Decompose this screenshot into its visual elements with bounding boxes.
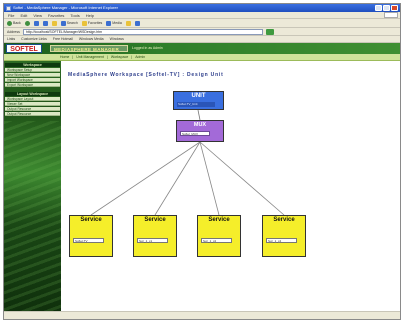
service-value: Svc_1_c2 [201,238,232,243]
menu-bar: File Edit View Favorites Tools Help [4,12,400,19]
standard-toolbar: Back Search Favorites Media [4,19,400,28]
link-item[interactable]: Windows [110,37,124,41]
mux-service-connector [154,141,201,216]
service-node[interactable]: Service Svc_1_c1 [133,215,177,257]
forward-arrow-icon [24,20,30,26]
close-button[interactable] [391,5,398,11]
links-bar: Links Customize Links Free Hotmail Windo… [4,36,400,43]
maximize-button[interactable] [383,5,390,11]
refresh-button[interactable] [42,20,48,26]
back-arrow-icon [7,20,12,26]
address-bar: Address http://localhost/SOFTEL/Manager/… [4,28,400,36]
mux-value: Softel_MUX [180,131,210,136]
media-button[interactable]: Media [106,20,122,26]
unit-mux-connector [197,109,201,121]
menu-favorites[interactable]: Favorites [48,13,64,18]
search-button[interactable]: Search [60,20,78,26]
home-icon [51,20,57,26]
links-label: Links [7,37,16,41]
menu-edit[interactable]: Edit [20,13,27,18]
minimize-button[interactable] [375,5,382,11]
mail-button[interactable] [125,20,131,26]
service-value: Softel-TV [73,238,104,243]
menu-help[interactable]: Help [86,13,94,18]
home-button[interactable] [51,20,57,26]
service-node[interactable]: Service Svc_1_c2 [197,215,241,257]
unit-node[interactable]: UNIT Softel-TV_Unit [173,91,224,110]
mux-node[interactable]: MUX Softel_MUX [176,120,224,142]
window-controls [375,5,398,11]
refresh-icon [42,20,48,26]
service-label: Service [80,217,102,223]
link-item[interactable]: Windows Media [79,37,104,41]
service-label: Service [208,217,230,223]
mux-service-connector [199,141,220,216]
mux-service-connector [90,141,201,216]
back-button[interactable]: Back [7,20,21,26]
stop-icon [33,20,39,26]
service-value: Svc_1_c4 [266,238,297,243]
address-label: Address [7,29,20,34]
unit-value: Softel-TV_Unit [177,102,215,107]
stop-button[interactable] [33,20,39,26]
web-page: SOFTEL MEDIASPHERE MANAGER Logged in as … [4,43,400,311]
connector-lines [90,109,285,216]
menu-tools[interactable]: Tools [70,13,79,18]
star-icon [81,20,87,26]
print-icon [134,20,140,26]
unit-label: UNIT [191,93,206,99]
link-item[interactable]: Customize Links [21,37,47,41]
search-icon [60,20,66,26]
browser-window: Softel - MediaSphere Manager - Microsoft… [3,3,401,320]
service-label: Service [144,217,166,223]
menu-view[interactable]: View [33,13,42,18]
service-node[interactable]: Service Softel-TV [69,215,113,257]
go-button[interactable] [265,28,274,35]
address-input[interactable]: http://localhost/SOFTEL/Manager/WSDesign… [22,28,263,35]
mux-label: MUX [193,122,207,128]
menu-file[interactable]: File [8,13,14,18]
window-title: Softel - MediaSphere Manager - Microsoft… [13,5,118,10]
service-node[interactable]: Service Svc_1_c4 [262,215,306,257]
windows-logo-icon [384,12,398,18]
favorites-button[interactable]: Favorites [81,20,102,26]
service-value: Svc_1_c1 [137,238,168,243]
title-bar: Softel - MediaSphere Manager - Microsoft… [4,4,400,12]
link-item[interactable]: Free Hotmail [53,37,73,41]
service-label: Service [273,217,295,223]
mux-service-connector [199,141,285,216]
mail-icon [125,20,131,26]
status-bar [4,311,400,319]
print-button[interactable] [134,20,140,26]
ie-icon [6,5,11,11]
forward-button[interactable] [24,20,30,26]
media-icon [106,20,112,26]
